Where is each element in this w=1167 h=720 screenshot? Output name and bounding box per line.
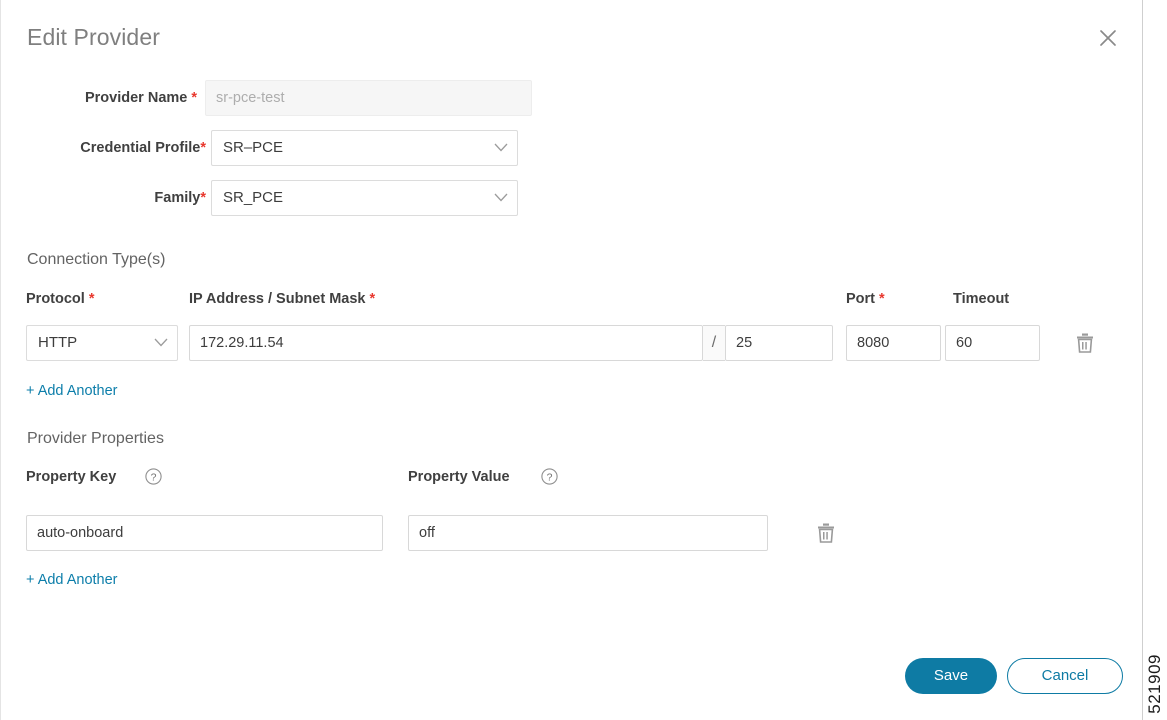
family-select[interactable]: SR_PCE bbox=[211, 180, 518, 216]
ip-subnet-separator: / bbox=[703, 325, 725, 361]
family-label-text: Family bbox=[154, 190, 201, 206]
ip-subnet-column-header-text: IP Address / Subnet Mask bbox=[189, 291, 366, 307]
provider-name-label: Provider Name * bbox=[1, 80, 197, 116]
property-value-help-icon[interactable]: ? bbox=[541, 468, 558, 485]
port-column-header-text: Port bbox=[846, 291, 875, 307]
add-another-property-link[interactable]: + Add Another bbox=[26, 572, 118, 588]
ip-subnet-required-mark: * bbox=[369, 291, 376, 307]
property-key-input[interactable]: auto-onboard bbox=[26, 515, 383, 551]
add-another-connection-link[interactable]: + Add Another bbox=[26, 383, 118, 399]
dialog-header: Edit Provider bbox=[1, 0, 1142, 68]
provider-name-input[interactable]: sr-pce-test bbox=[205, 80, 532, 116]
family-label: Family* bbox=[1, 180, 206, 216]
close-icon[interactable] bbox=[1096, 26, 1120, 50]
chevron-down-icon bbox=[494, 193, 508, 202]
protocol-column-header: Protocol * bbox=[26, 291, 94, 307]
property-key-column-header: Property Key bbox=[26, 469, 117, 485]
credential-profile-value: SR–PCE bbox=[223, 139, 284, 156]
figure-number: 521909 bbox=[1145, 654, 1164, 714]
credential-profile-required-mark: * bbox=[200, 140, 206, 156]
property-key-help-icon[interactable]: ? bbox=[145, 468, 162, 485]
connection-types-heading: Connection Type(s) bbox=[27, 251, 166, 268]
delete-property-trash-icon[interactable] bbox=[815, 521, 837, 545]
credential-profile-label-text: Credential Profile bbox=[80, 140, 201, 156]
chevron-down-icon bbox=[154, 338, 168, 347]
protocol-select[interactable]: HTTP bbox=[26, 325, 178, 361]
port-column-header: Port * bbox=[846, 291, 885, 307]
provider-name-required-mark: * bbox=[191, 90, 197, 106]
protocol-required-mark: * bbox=[88, 291, 95, 307]
subnet-mask-input[interactable]: 25 bbox=[725, 325, 833, 361]
credential-profile-select[interactable]: SR–PCE bbox=[211, 130, 518, 166]
cancel-button[interactable]: Cancel bbox=[1007, 658, 1123, 694]
svg-text:?: ? bbox=[547, 471, 553, 483]
property-value-input[interactable]: off bbox=[408, 515, 768, 551]
provider-properties-heading: Provider Properties bbox=[27, 430, 164, 447]
credential-profile-label: Credential Profile* bbox=[1, 130, 206, 166]
ip-subnet-column-header: IP Address / Subnet Mask * bbox=[189, 291, 375, 307]
chevron-down-icon bbox=[494, 143, 508, 152]
timeout-input[interactable]: 60 bbox=[945, 325, 1040, 361]
protocol-column-header-text: Protocol bbox=[26, 291, 85, 307]
family-value: SR_PCE bbox=[223, 189, 284, 206]
port-required-mark: * bbox=[879, 291, 885, 307]
timeout-column-header: Timeout bbox=[953, 291, 1010, 307]
property-value-column-header: Property Value bbox=[408, 469, 510, 485]
delete-connection-trash-icon[interactable] bbox=[1074, 331, 1096, 355]
save-button[interactable]: Save bbox=[905, 658, 997, 694]
port-input[interactable]: 8080 bbox=[846, 325, 941, 361]
family-required-mark: * bbox=[200, 190, 206, 206]
page-title: Edit Provider bbox=[27, 24, 160, 50]
protocol-value: HTTP bbox=[38, 334, 78, 351]
ip-address-input[interactable]: 172.29.11.54 bbox=[189, 325, 703, 361]
svg-text:?: ? bbox=[151, 471, 157, 483]
edit-provider-dialog: Edit Provider Provider Name * sr-pce-test… bbox=[0, 0, 1143, 720]
provider-name-label-text: Provider Name bbox=[84, 90, 188, 106]
